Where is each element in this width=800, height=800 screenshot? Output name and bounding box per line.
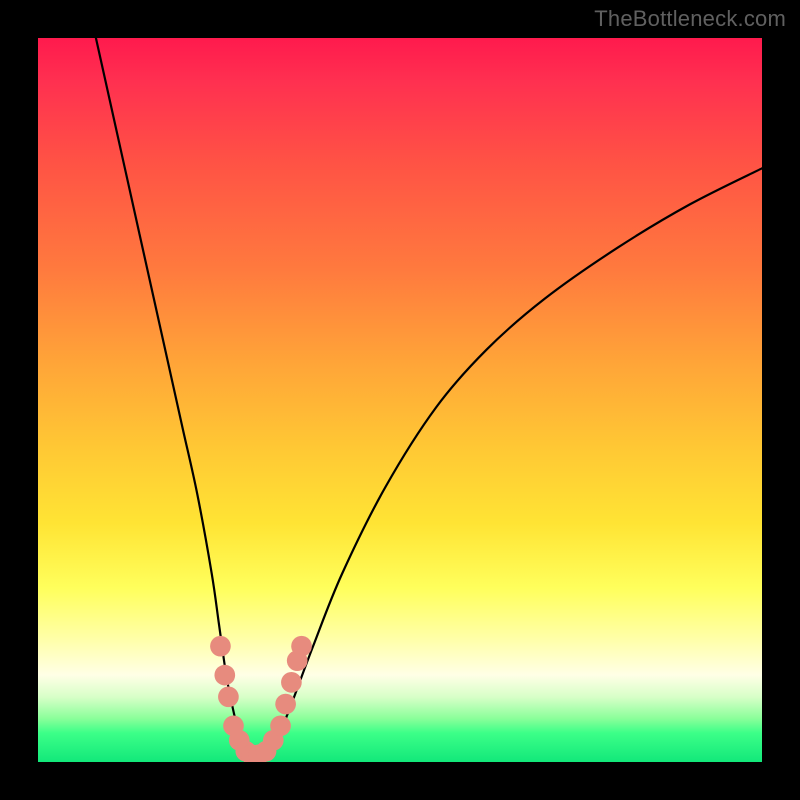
curve-markers (210, 636, 312, 762)
chart-container: TheBottleneck.com (0, 0, 800, 800)
curve-marker (281, 672, 302, 693)
curve-marker (214, 665, 235, 686)
curve-marker (210, 636, 231, 657)
watermark-text: TheBottleneck.com (594, 6, 786, 32)
bottleneck-curve (96, 38, 762, 755)
curve-marker (270, 715, 291, 736)
curve-marker (291, 636, 312, 657)
curve-marker (218, 687, 239, 708)
curve-marker (275, 694, 296, 715)
plot-area (38, 38, 762, 762)
curve-svg (38, 38, 762, 762)
